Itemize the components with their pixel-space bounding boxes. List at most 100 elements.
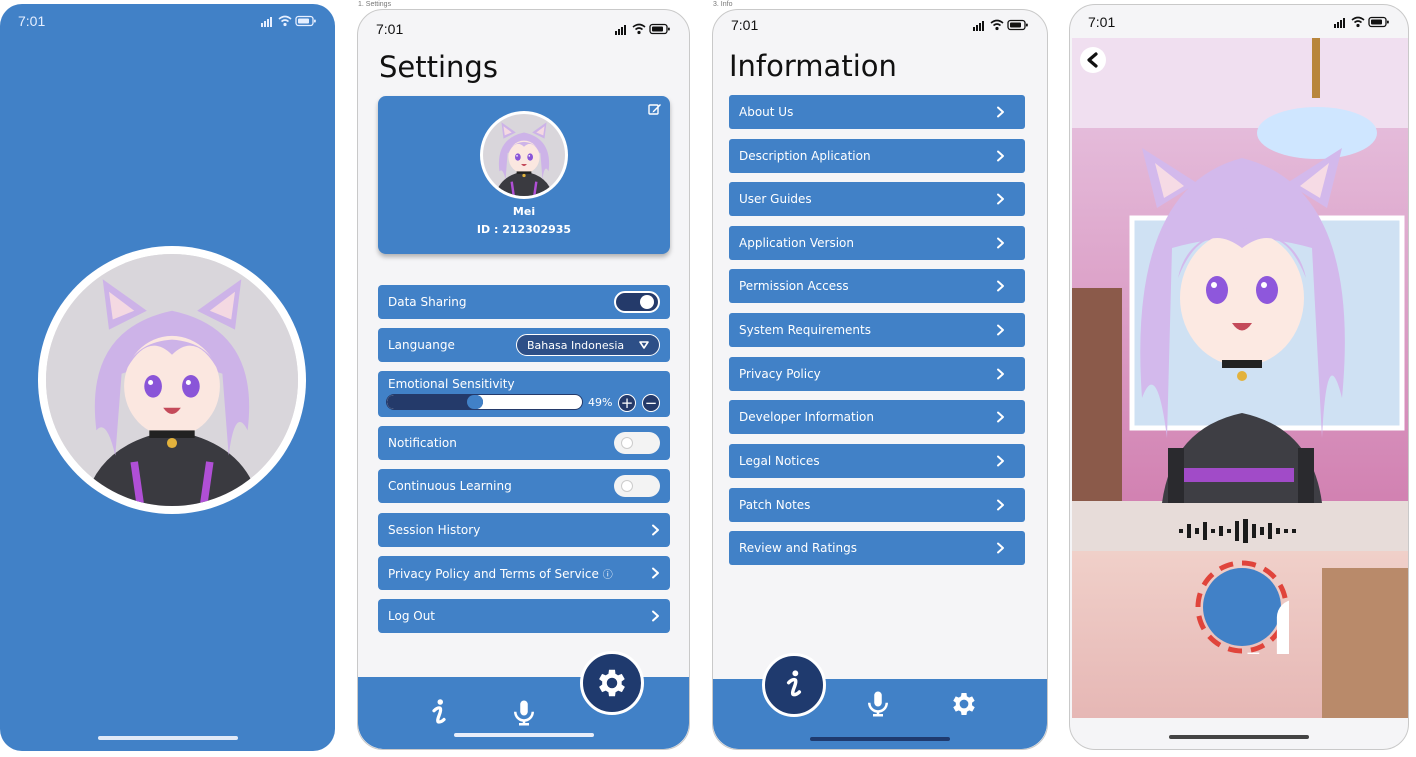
- chevron-right-icon: [996, 499, 1005, 511]
- edit-icon[interactable]: [648, 102, 662, 116]
- log-out-button[interactable]: Log Out: [378, 599, 670, 633]
- nav-info-active[interactable]: [762, 653, 826, 717]
- status-time: 7:01: [731, 17, 759, 33]
- info-icon: [778, 668, 810, 700]
- home-indicator: [453, 733, 594, 737]
- signal-wifi-battery-icon: [261, 14, 317, 28]
- info-item-system-req[interactable]: System Requirements: [729, 313, 1025, 347]
- plus-icon[interactable]: +: [618, 394, 636, 412]
- info-caption: 3. Info: [713, 1, 733, 8]
- status-icons: [261, 14, 317, 28]
- avatar: [38, 246, 306, 514]
- info-item-about-us[interactable]: About Us: [729, 95, 1025, 129]
- info-item-reviews[interactable]: Review and Ratings: [729, 531, 1025, 565]
- chevron-right-icon: [996, 106, 1005, 118]
- back-icon: [1087, 52, 1098, 68]
- privacy-terms-label-wrap: Privacy Policy and Terms of Service ⓘ: [388, 566, 613, 581]
- emotional-sensitivity-value: 49%: [588, 396, 613, 409]
- info-item-label: Developer Information: [739, 410, 874, 424]
- gear-icon[interactable]: [949, 689, 979, 719]
- microphone-icon[interactable]: [509, 698, 539, 728]
- microphone-icon[interactable]: [863, 689, 893, 719]
- info-item-label: Review and Ratings: [739, 541, 857, 555]
- info-item-label: Patch Notes: [739, 498, 811, 512]
- talking-screen: 7:01: [1069, 4, 1409, 750]
- info-icon[interactable]: [424, 697, 454, 727]
- info-icon: ⓘ: [602, 569, 613, 581]
- info-item-label: Privacy Policy: [739, 367, 821, 381]
- log-out-label: Log Out: [388, 609, 436, 623]
- profile-name: Mei: [512, 205, 536, 218]
- emotional-sensitivity-label: Emotional Sensitivity: [388, 377, 515, 391]
- home-indicator: [97, 736, 238, 740]
- info-item-label: System Requirements: [739, 323, 871, 337]
- chevron-right-icon: [996, 411, 1005, 423]
- emotional-sensitivity-slider[interactable]: [386, 394, 583, 410]
- chevron-right-icon: [996, 324, 1005, 336]
- continuous-learning-row: Continuous Learning: [378, 469, 670, 503]
- info-item-permission[interactable]: Permission Access: [729, 269, 1025, 303]
- gear-icon: [594, 665, 630, 701]
- profile-id: ID : 212302935: [476, 223, 572, 236]
- minus-icon[interactable]: −: [642, 394, 660, 412]
- slider-fill: [387, 395, 483, 409]
- info-item-label: Description Aplication: [739, 149, 871, 163]
- record-button[interactable]: [1195, 560, 1289, 654]
- info-item-description[interactable]: Description Aplication: [729, 139, 1025, 173]
- info-item-label: Permission Access: [739, 279, 849, 293]
- info-item-privacy-policy[interactable]: Privacy Policy: [729, 357, 1025, 391]
- character-portrait: [46, 254, 298, 506]
- microphone-icon: [1195, 560, 1289, 654]
- chevron-right-icon: [996, 150, 1005, 162]
- info-item-label: Application Version: [739, 236, 854, 250]
- continuous-learning-toggle[interactable]: [614, 475, 660, 497]
- status-bar: 7:01: [358, 18, 689, 40]
- waveform-icon: [1179, 519, 1296, 543]
- nav-settings-active[interactable]: [580, 651, 644, 715]
- caret-down-icon: [639, 341, 649, 349]
- notification-toggle[interactable]: [614, 432, 660, 454]
- info-item-app-version[interactable]: Application Version: [729, 226, 1025, 260]
- data-sharing-row: Data Sharing: [378, 285, 670, 319]
- info-item-label: About Us: [739, 105, 794, 119]
- session-history-label: Session History: [388, 523, 481, 537]
- profile-avatar: [480, 111, 568, 199]
- status-time: 7:01: [376, 21, 404, 37]
- chevron-right-icon: [996, 237, 1005, 249]
- continuous-learning-label: Continuous Learning: [388, 479, 512, 493]
- info-item-user-guides[interactable]: User Guides: [729, 182, 1025, 216]
- settings-screen: 7:01 Settings Mei ID : 212302935 Data Sh…: [357, 9, 690, 750]
- status-bar: 7:01: [1070, 11, 1408, 33]
- privacy-terms-label: Privacy Policy and Terms of Service: [388, 566, 599, 581]
- status-bar: 7:01: [0, 10, 335, 32]
- back-button[interactable]: [1080, 47, 1106, 73]
- language-value: Bahasa Indonesia: [527, 338, 625, 352]
- emotional-sensitivity-row: Emotional Sensitivity 49% + −: [378, 371, 670, 417]
- data-sharing-toggle[interactable]: [614, 291, 660, 313]
- info-item-developer[interactable]: Developer Information: [729, 400, 1025, 434]
- notification-label: Notification: [388, 436, 457, 450]
- session-history-button[interactable]: Session History: [378, 513, 670, 547]
- info-item-label: User Guides: [739, 192, 812, 206]
- signal-wifi-battery-icon: [615, 22, 671, 36]
- chevron-right-icon: [996, 455, 1005, 467]
- page-title: Settings: [379, 50, 498, 84]
- language-row: Languange Bahasa Indonesia: [378, 328, 670, 362]
- splash-screen: 7:01: [0, 4, 335, 751]
- signal-wifi-battery-icon: [973, 18, 1029, 32]
- status-bar: 7:01: [713, 14, 1047, 36]
- profile-card: Mei ID : 212302935: [378, 96, 670, 254]
- chevron-right-icon: [996, 193, 1005, 205]
- home-indicator: [810, 737, 950, 741]
- settings-caption: 1. Settings: [358, 1, 392, 8]
- info-item-patch-notes[interactable]: Patch Notes: [729, 488, 1025, 522]
- information-screen: 7:01 Information About Us Description Ap…: [712, 9, 1048, 750]
- home-indicator: [1169, 735, 1309, 739]
- chevron-right-icon: [651, 524, 660, 536]
- privacy-terms-button[interactable]: Privacy Policy and Terms of Service ⓘ: [378, 556, 670, 590]
- status-time: 7:01: [18, 13, 46, 29]
- language-label: Languange: [388, 338, 455, 352]
- info-item-legal[interactable]: Legal Notices: [729, 444, 1025, 478]
- language-select[interactable]: Bahasa Indonesia: [516, 334, 660, 356]
- status-time: 7:01: [1088, 14, 1116, 30]
